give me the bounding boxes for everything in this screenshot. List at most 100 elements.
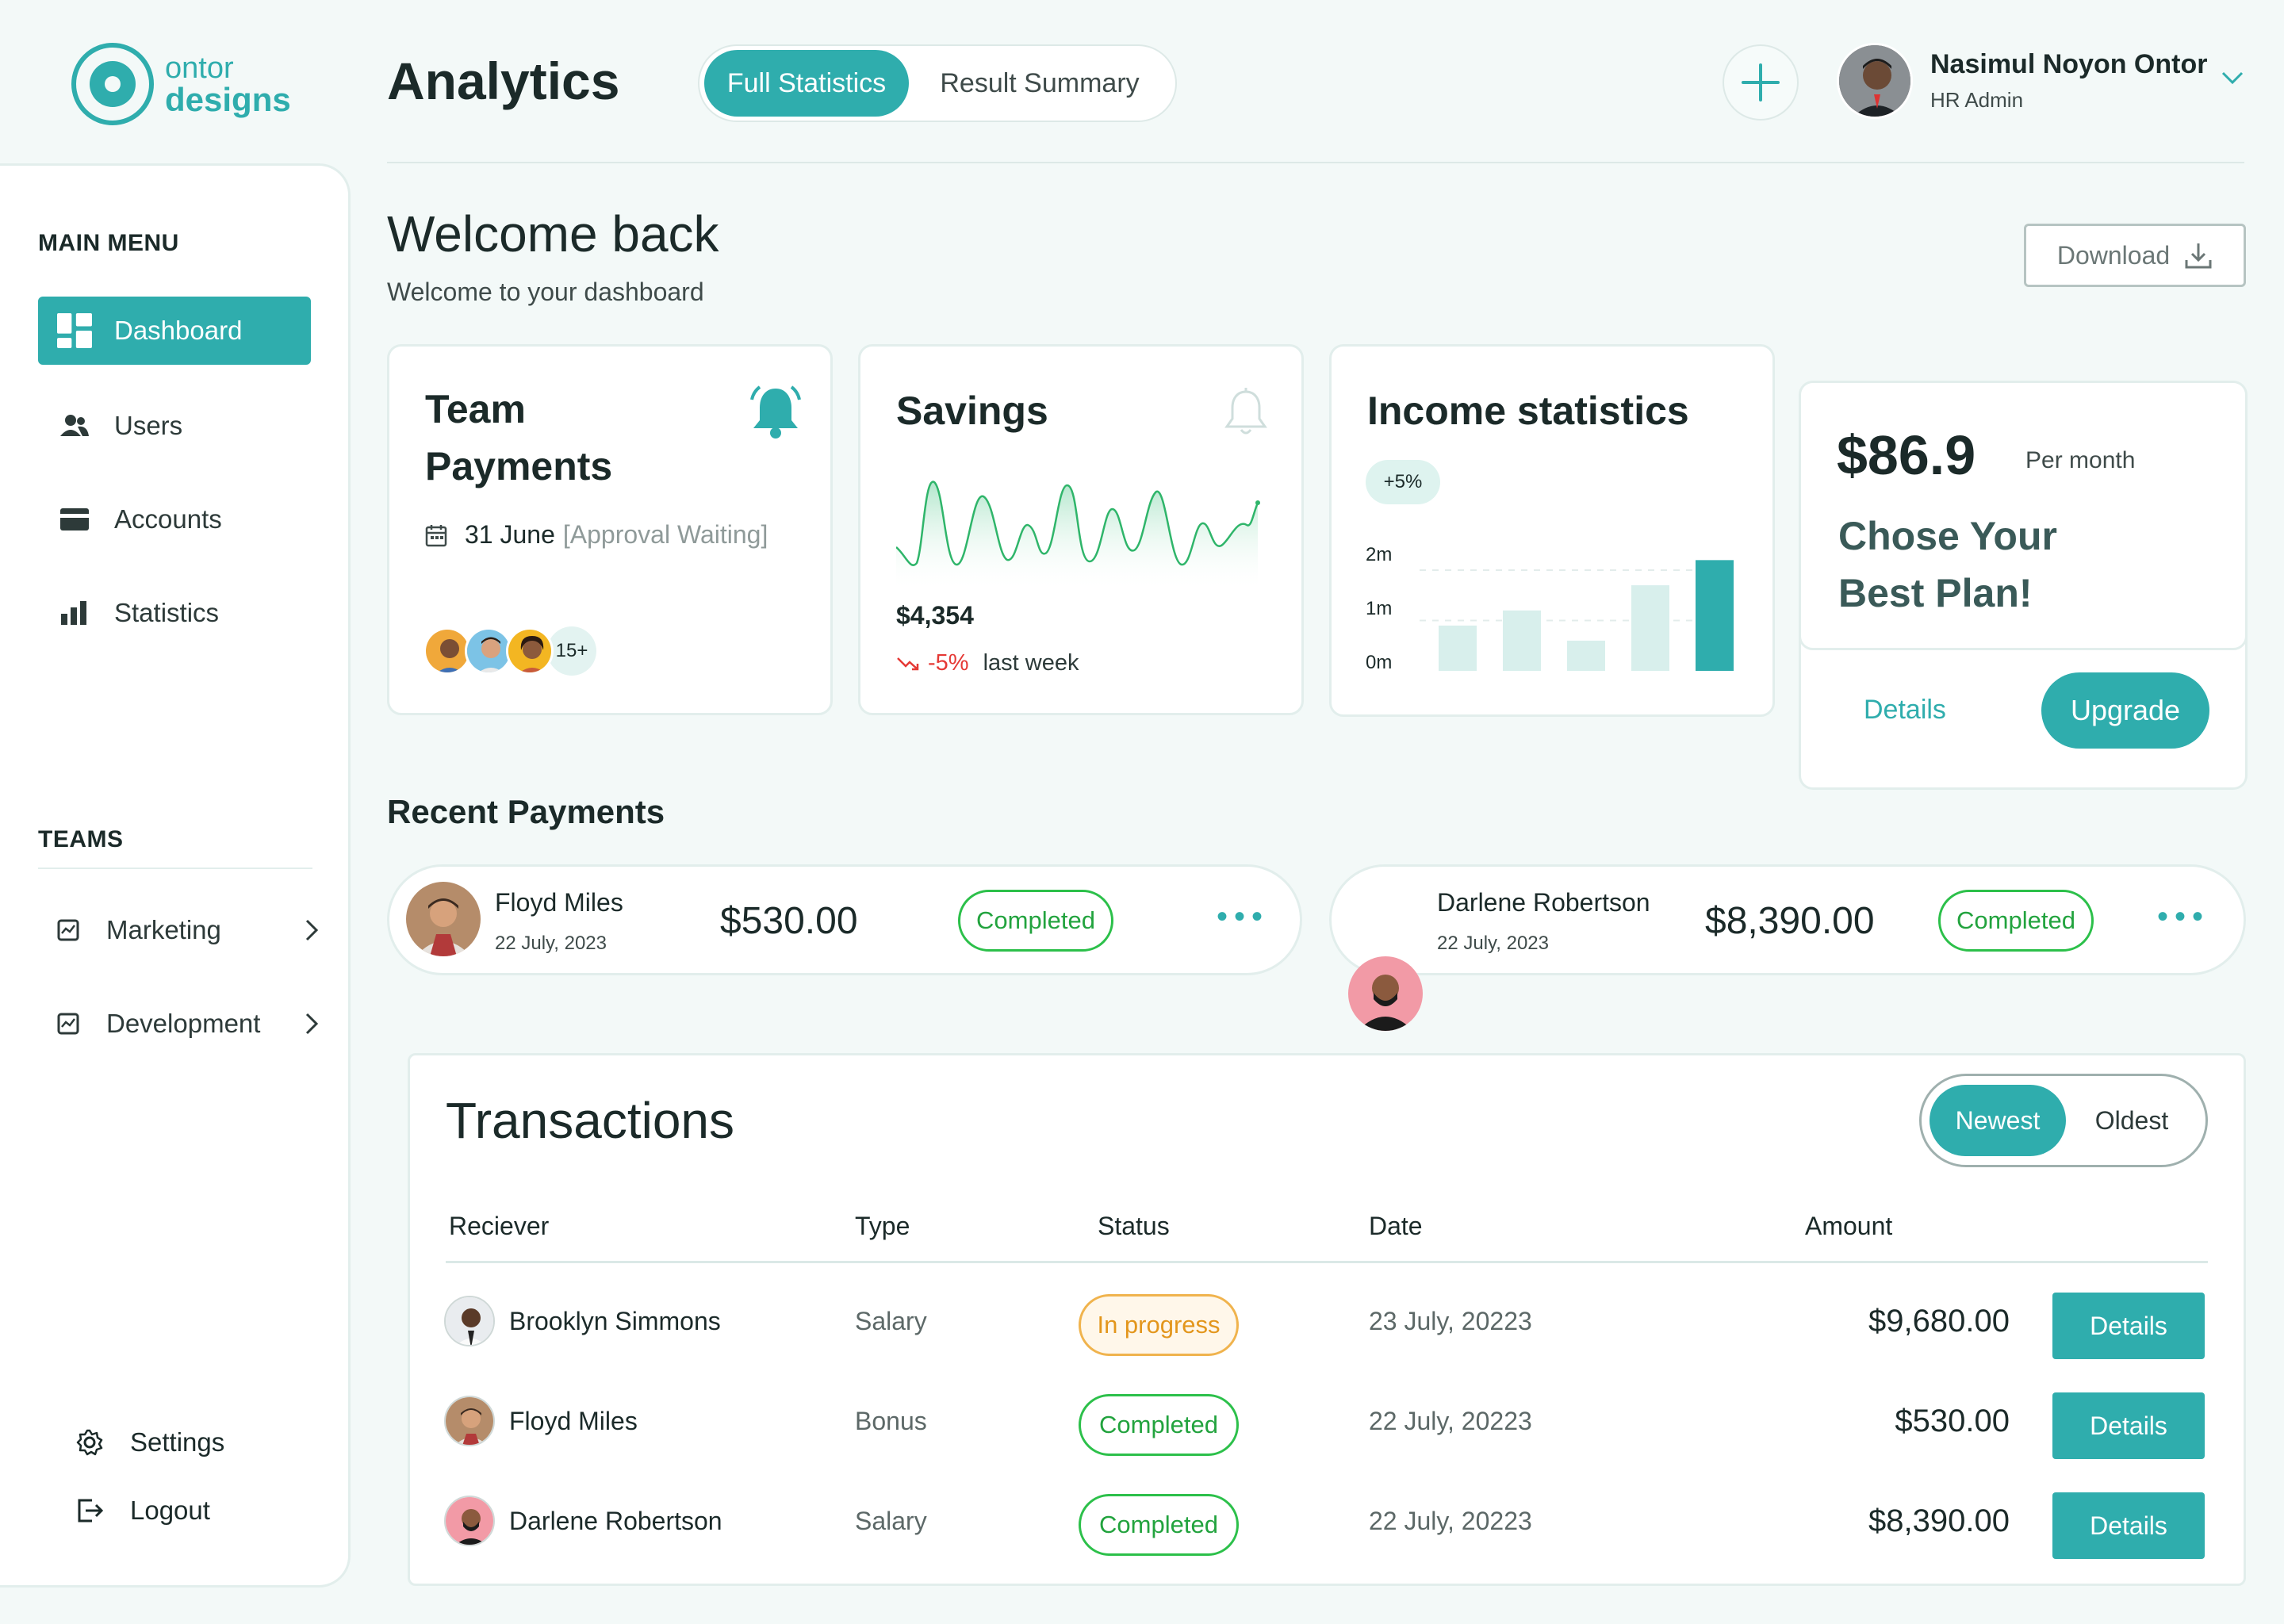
column-header-date[interactable]: Date <box>1369 1212 1423 1241</box>
add-button[interactable] <box>1723 44 1799 121</box>
income-bar <box>1696 560 1734 671</box>
brand-line1: ontor <box>165 52 234 85</box>
status-badge: Completed <box>1079 1394 1239 1456</box>
income-bar <box>1567 640 1605 671</box>
avatar <box>444 1496 495 1546</box>
brand-logo[interactable]: ontor designs <box>71 43 291 125</box>
details-button[interactable]: Details <box>2052 1492 2205 1559</box>
bell-icon[interactable] <box>749 384 803 441</box>
details-button[interactable]: Details <box>2052 1392 2205 1459</box>
tab-full-statistics[interactable]: Full Statistics <box>704 50 909 117</box>
logout-label: Logout <box>130 1496 210 1525</box>
welcome-subtitle: Welcome to your dashboard <box>387 278 704 306</box>
settings-link[interactable]: Settings <box>76 1427 224 1457</box>
sidebar-item-accounts[interactable]: Accounts <box>38 485 311 553</box>
logout-icon <box>78 1499 103 1522</box>
tab-result-summary[interactable]: Result Summary <box>909 50 1171 117</box>
tx-date: 22 July, 20223 <box>1369 1407 1532 1435</box>
income-bar <box>1439 625 1477 671</box>
status-badge: In progress <box>1079 1294 1239 1356</box>
avatar <box>506 627 554 675</box>
avatar <box>1837 43 1913 119</box>
team-avatars[interactable]: 15+ <box>423 626 596 676</box>
column-header-status[interactable]: Status <box>1098 1212 1170 1241</box>
column-header-amount[interactable]: Amount <box>1805 1212 1892 1241</box>
sort-oldest[interactable]: Oldest <box>2066 1085 2198 1156</box>
tx-date: 23 July, 20223 <box>1369 1307 1532 1335</box>
table-row: Brooklyn Simmons Salary In progress 23 J… <box>444 1293 2213 1373</box>
status-badge: Completed <box>1938 890 2094 952</box>
savings-title: Savings <box>896 389 1048 433</box>
avatar <box>444 1296 495 1346</box>
payment-date: 31 June <box>465 520 555 549</box>
chevron-down-icon[interactable] <box>2221 70 2244 86</box>
plan-period: Per month <box>2025 447 2136 473</box>
user-profile[interactable]: Nasimul Noyon Ontor HR Admin <box>1837 43 2207 119</box>
status-badge: Completed <box>1079 1494 1239 1556</box>
more-options-icon[interactable]: ••• <box>2157 899 2209 935</box>
income-bar <box>1503 610 1541 671</box>
bell-outline-icon[interactable] <box>1223 387 1269 438</box>
status-badge: Completed <box>958 890 1113 952</box>
logout-link[interactable]: Logout <box>76 1496 210 1526</box>
brand-line2: designs <box>165 81 291 118</box>
sidebar-item-users[interactable]: Users <box>38 392 311 460</box>
more-options-icon[interactable]: ••• <box>1217 899 1269 935</box>
payment-amount: $530.00 <box>720 900 858 942</box>
plan-details-link[interactable]: Details <box>1864 695 1946 726</box>
team-payments-title: Team Payments <box>425 387 613 488</box>
tx-amount: $530.00 <box>1895 1404 2010 1438</box>
table-header-divider <box>446 1261 2208 1263</box>
sidebar-item-label: Dashboard <box>114 316 243 345</box>
user-name: Nasimul Noyon Ontor <box>1930 49 2208 79</box>
payer-name: Floyd Miles <box>495 888 623 917</box>
sidebar <box>0 163 351 1588</box>
sidebar-item-statistics[interactable]: Statistics <box>38 579 311 647</box>
gear-icon <box>76 1429 103 1456</box>
team-item-development[interactable]: Development <box>57 996 319 1051</box>
transactions-title: Transactions <box>446 1092 734 1149</box>
column-header-type[interactable]: Type <box>855 1212 910 1241</box>
trend-down-icon <box>897 657 919 670</box>
team-label: Marketing <box>106 915 221 944</box>
view-tabs: Full Statistics Result Summary <box>698 44 1177 122</box>
chart-box-icon <box>57 919 79 941</box>
details-button[interactable]: Details <box>2052 1293 2205 1359</box>
sort-newest[interactable]: Newest <box>1930 1085 2066 1156</box>
receiver-name: Brooklyn Simmons <box>509 1307 721 1335</box>
income-bar-chart <box>1420 560 1737 671</box>
income-bar <box>1631 585 1669 671</box>
sidebar-item-label: Statistics <box>114 598 220 627</box>
card-icon <box>57 502 92 537</box>
payer-name: Darlene Robertson <box>1437 888 1650 917</box>
team-item-marketing[interactable]: Marketing <box>57 902 319 958</box>
table-row: Floyd Miles Bonus Completed 22 July, 202… <box>444 1392 2213 1473</box>
download-button[interactable]: Download <box>2024 224 2246 287</box>
tx-amount: $8,390.00 <box>1868 1503 2010 1538</box>
recent-payments-title: Recent Payments <box>387 793 665 830</box>
table-row: Darlene Robertson Salary Completed 22 Ju… <box>444 1492 2213 1573</box>
receiver-name: Floyd Miles <box>509 1407 638 1435</box>
avatar <box>1348 956 1423 1031</box>
welcome-title: Welcome back <box>387 205 719 262</box>
chevron-right-icon <box>305 919 319 941</box>
more-members-badge[interactable]: 15+ <box>547 626 596 676</box>
y-label-0m: 0m <box>1366 652 1393 673</box>
download-icon <box>2185 243 2212 269</box>
settings-label: Settings <box>130 1427 225 1457</box>
savings-sparkline <box>896 481 1260 592</box>
download-label: Download <box>2056 240 2171 270</box>
column-header-receiver[interactable]: Reciever <box>449 1212 549 1241</box>
plan-price: $86.9 <box>1837 424 1976 486</box>
tx-type: Bonus <box>855 1407 927 1435</box>
sidebar-item-label: Accounts <box>114 504 222 534</box>
payment-status: [Approval Waiting] <box>562 520 768 549</box>
teams-label: TEAMS <box>38 826 124 852</box>
upgrade-button[interactable]: Upgrade <box>2041 672 2209 749</box>
income-change-badge: +5% <box>1366 460 1440 504</box>
bar-chart-icon <box>57 596 92 630</box>
team-payments-date-row: 31 June [Approval Waiting] <box>425 520 768 550</box>
plan-headline: Chose Your Best Plan! <box>1838 514 2057 615</box>
sidebar-item-dashboard[interactable]: Dashboard <box>38 297 311 365</box>
chart-box-icon <box>57 1013 79 1035</box>
